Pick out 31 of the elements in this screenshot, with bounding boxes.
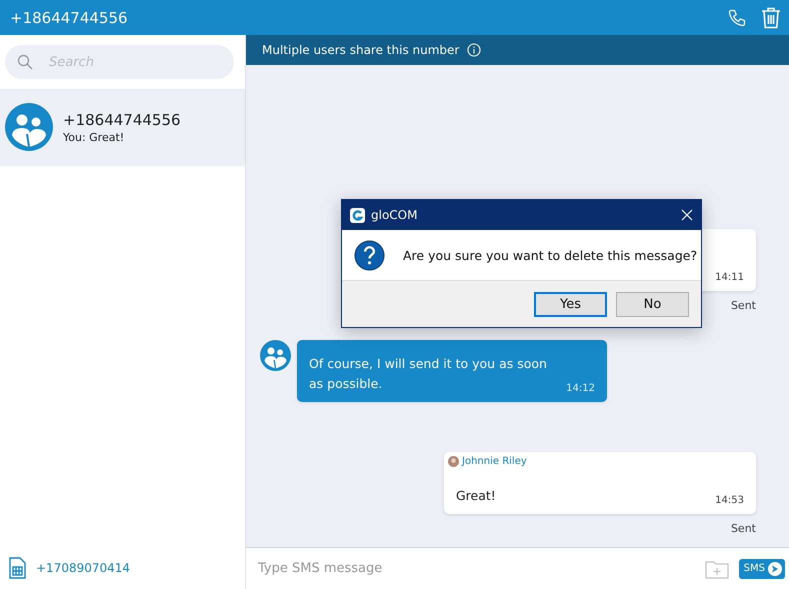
own-number[interactable]: +17089070414 [36,561,130,575]
question-icon [354,240,385,270]
conversation-name: +18644744556 [63,110,181,128]
message-status: Sent [730,522,756,535]
message-status: Sent [730,299,756,312]
dialog-button[interactable]: Yes [534,292,607,316]
group-avatar-icon [5,103,53,151]
conversation-item[interactable]: +18644744556 You: Great! [0,89,245,165]
compose-bar[interactable]: Type SMS message SMS [246,547,789,589]
message-time: 14:11 [715,272,744,283]
info-icon[interactable] [467,43,482,57]
user-avatar-icon [448,456,459,467]
banner-text: Multiple users share this number [262,43,460,57]
dialog-title: gloCOM [371,208,418,222]
dialog-message: Are you sure you want to delete this message? [403,248,698,262]
dialog-button[interactable]: No [616,292,689,316]
message-text: Of course, I will send it to you as soon as possible. [309,355,548,393]
group-avatar-icon [260,340,291,371]
sender-name: Johnnie Riley [448,456,744,467]
message-text: Great! [456,487,496,505]
close-icon[interactable] [681,209,693,221]
sim-card-icon [8,557,26,579]
app-logo-icon [350,208,365,222]
send-sms-button[interactable]: SMS [738,558,785,578]
contact-title: +18644744556 [10,8,129,26]
message-time: 14:53 [715,495,744,506]
message-time: 14:12 [566,383,595,394]
search-icon [17,54,33,70]
trash-icon[interactable] [761,6,781,28]
conversation-preview: You: Great! [63,130,126,144]
phone-icon[interactable] [727,8,747,28]
